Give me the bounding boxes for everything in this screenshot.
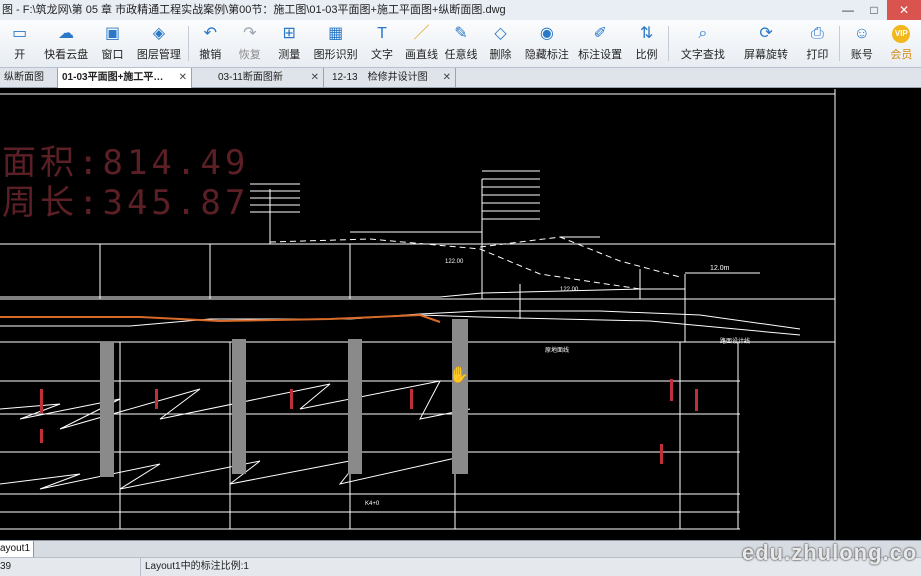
window-button[interactable]: ▣ 窗口 bbox=[93, 20, 132, 67]
window-controls: — □ ✕ bbox=[835, 0, 921, 20]
shape-recognize-icon: ▦ bbox=[328, 25, 344, 42]
rotate-screen-label: 屏幕旋转 bbox=[744, 49, 789, 61]
text-label: 文字 bbox=[371, 49, 394, 61]
text-search-button[interactable]: ⌕ 文字查找 bbox=[671, 20, 734, 67]
open-button[interactable]: ▭ 开 bbox=[0, 20, 39, 67]
elevation-label: 122.00 bbox=[560, 287, 579, 293]
eye-icon: ◉ bbox=[539, 25, 554, 42]
account-icon: ☺ bbox=[853, 25, 871, 42]
minimize-button[interactable]: — bbox=[835, 0, 861, 20]
rotate-screen-button[interactable]: ⟳ 屏幕旋转 bbox=[734, 20, 797, 67]
tab-plan[interactable]: 01-03平面图+施工平… ✕ bbox=[58, 68, 192, 88]
tab-label: 12-13 检修井设计图 bbox=[332, 72, 428, 83]
open-icon: ▭ bbox=[12, 25, 28, 42]
account-label: 账号 bbox=[850, 49, 873, 61]
tab-layout1[interactable]: ayout1 bbox=[0, 541, 34, 557]
close-tab-icon[interactable]: ✕ bbox=[311, 68, 319, 88]
drawing-canvas[interactable]: 面积:814.49 周长:345.87 12.0m 122.00 122.00 … bbox=[0, 89, 921, 540]
undo-icon: ↶ bbox=[203, 25, 217, 42]
freehand-button[interactable]: ✎ 任意线 bbox=[441, 20, 480, 67]
toolbar-separator bbox=[668, 26, 670, 61]
delete-button[interactable]: ◇ 删除 bbox=[481, 20, 520, 67]
print-button[interactable]: ⎙ 打印 bbox=[798, 20, 837, 67]
open-label: 开 bbox=[14, 49, 26, 61]
app-window: 图 - F:\筑龙网\第 05 章 市政精通工程实战案例\第00节：施工图\01… bbox=[0, 0, 921, 576]
text-search-icon: ⌕ bbox=[698, 25, 708, 42]
window-label: 窗口 bbox=[101, 49, 124, 61]
tab-section[interactable]: 03-11断面图新 ✕ bbox=[192, 68, 324, 88]
tab-profile[interactable]: 纵断面图 bbox=[0, 68, 58, 88]
watermark: edu.zhulong.co bbox=[742, 540, 918, 565]
measure-button[interactable]: ⊞ 测量 bbox=[270, 20, 309, 67]
vip-label: 会员 bbox=[890, 49, 913, 61]
annotation-settings-icon: ✐ bbox=[593, 25, 607, 42]
hide-annotation-button[interactable]: ◉ 隐藏标注 bbox=[520, 20, 573, 67]
road-label: 路面设计线 bbox=[720, 339, 751, 345]
cloud-disk-label: 快看云盘 bbox=[44, 49, 89, 61]
cloud-icon: ☁ bbox=[58, 25, 75, 42]
station-label: K4+0 bbox=[365, 501, 380, 507]
annotation-scale: Layout1中的标注比例:1 bbox=[140, 558, 249, 576]
text-search-label: 文字查找 bbox=[680, 49, 725, 61]
close-tab-icon[interactable]: ✕ bbox=[443, 68, 451, 88]
hide-annotation-label: 隐藏标注 bbox=[524, 49, 569, 61]
measure-icon: ⊞ bbox=[282, 25, 296, 42]
document-tabs: 纵断面图 01-03平面图+施工平… ✕ 03-11断面图新 ✕ 12-13 检… bbox=[0, 68, 921, 88]
toolbar-separator bbox=[839, 26, 841, 61]
vip-button[interactable]: VIP 会员 bbox=[882, 20, 921, 67]
print-icon: ⎙ bbox=[810, 25, 824, 42]
window-title: 图 - F:\筑龙网\第 05 章 市政精通工程实战案例\第00节：施工图\01… bbox=[2, 4, 506, 16]
freehand-label: 任意线 bbox=[444, 49, 478, 61]
text-button[interactable]: T 文字 bbox=[362, 20, 401, 67]
layers-button[interactable]: ◈ 图层管理 bbox=[132, 20, 185, 67]
elevation-label: 122.00 bbox=[445, 259, 464, 265]
print-label: 打印 bbox=[806, 49, 829, 61]
redo-button[interactable]: ↷ 恢复 bbox=[230, 20, 269, 67]
measure-label: 测量 bbox=[278, 49, 301, 61]
draw-line-label: 画直线 bbox=[405, 49, 439, 61]
delete-label: 删除 bbox=[489, 49, 512, 61]
account-button[interactable]: ☺ 账号 bbox=[842, 20, 881, 67]
scale-label: 比例 bbox=[635, 49, 658, 61]
eraser-icon: ◇ bbox=[494, 25, 507, 42]
draw-line-button[interactable]: ／ 画直线 bbox=[402, 20, 441, 67]
perimeter-value: 周长:345.87 bbox=[2, 183, 250, 223]
toolbar-separator bbox=[187, 26, 189, 61]
undo-button[interactable]: ↶ 撤销 bbox=[191, 20, 230, 67]
tab-label: 纵断面图 bbox=[4, 72, 44, 83]
hand-cursor-icon: ✋ bbox=[449, 367, 469, 384]
tab-label: 03-11断面图新 bbox=[218, 72, 283, 83]
scale-button[interactable]: ⇅ 比例 bbox=[627, 20, 666, 67]
area-value: 面积:814.49 bbox=[2, 143, 250, 183]
toolbar: ▭ 开 ☁ 快看云盘 ▣ 窗口 ◈ 图层管理 ↶ 撤销 ↷ 恢复 ⊞ 测量 ▦ bbox=[0, 20, 921, 68]
redo-icon: ↷ bbox=[243, 25, 257, 42]
annotation-settings-button[interactable]: ✐ 标注设置 bbox=[574, 20, 627, 67]
layers-icon: ◈ bbox=[152, 25, 166, 42]
vip-icon: VIP bbox=[892, 25, 911, 43]
coordinate-readout: 39 bbox=[0, 561, 12, 572]
area-annotation: 面积:814.49 周长:345.87 bbox=[2, 143, 250, 227]
line-icon: ／ bbox=[413, 25, 430, 42]
window-icon: ▣ bbox=[104, 25, 121, 42]
rotate-icon: ⟳ bbox=[759, 25, 773, 42]
freehand-icon: ✎ bbox=[454, 25, 468, 42]
shape-recognize-button[interactable]: ▦ 图形识别 bbox=[309, 20, 362, 67]
dimension-label: 12.0m bbox=[710, 265, 730, 272]
title-bar: 图 - F:\筑龙网\第 05 章 市政精通工程实战案例\第00节：施工图\01… bbox=[0, 0, 921, 20]
tab-manhole[interactable]: 12-13 检修井设计图 ✕ bbox=[324, 68, 456, 88]
text-icon: T bbox=[377, 25, 387, 42]
scale-icon: ⇅ bbox=[639, 25, 654, 42]
close-tab-icon[interactable]: ✕ bbox=[179, 68, 187, 88]
shape-recognize-label: 图形识别 bbox=[313, 49, 358, 61]
tab-label: 01-03平面图+施工平… bbox=[62, 72, 164, 83]
annotation-settings-label: 标注设置 bbox=[578, 49, 623, 61]
redo-label: 恢复 bbox=[238, 49, 261, 61]
ground-label: 原地面线 bbox=[545, 348, 570, 354]
cloud-disk-button[interactable]: ☁ 快看云盘 bbox=[39, 20, 92, 67]
maximize-button[interactable]: □ bbox=[861, 0, 887, 20]
layers-label: 图层管理 bbox=[136, 49, 181, 61]
undo-label: 撤销 bbox=[199, 49, 222, 61]
close-button[interactable]: ✕ bbox=[887, 0, 921, 20]
